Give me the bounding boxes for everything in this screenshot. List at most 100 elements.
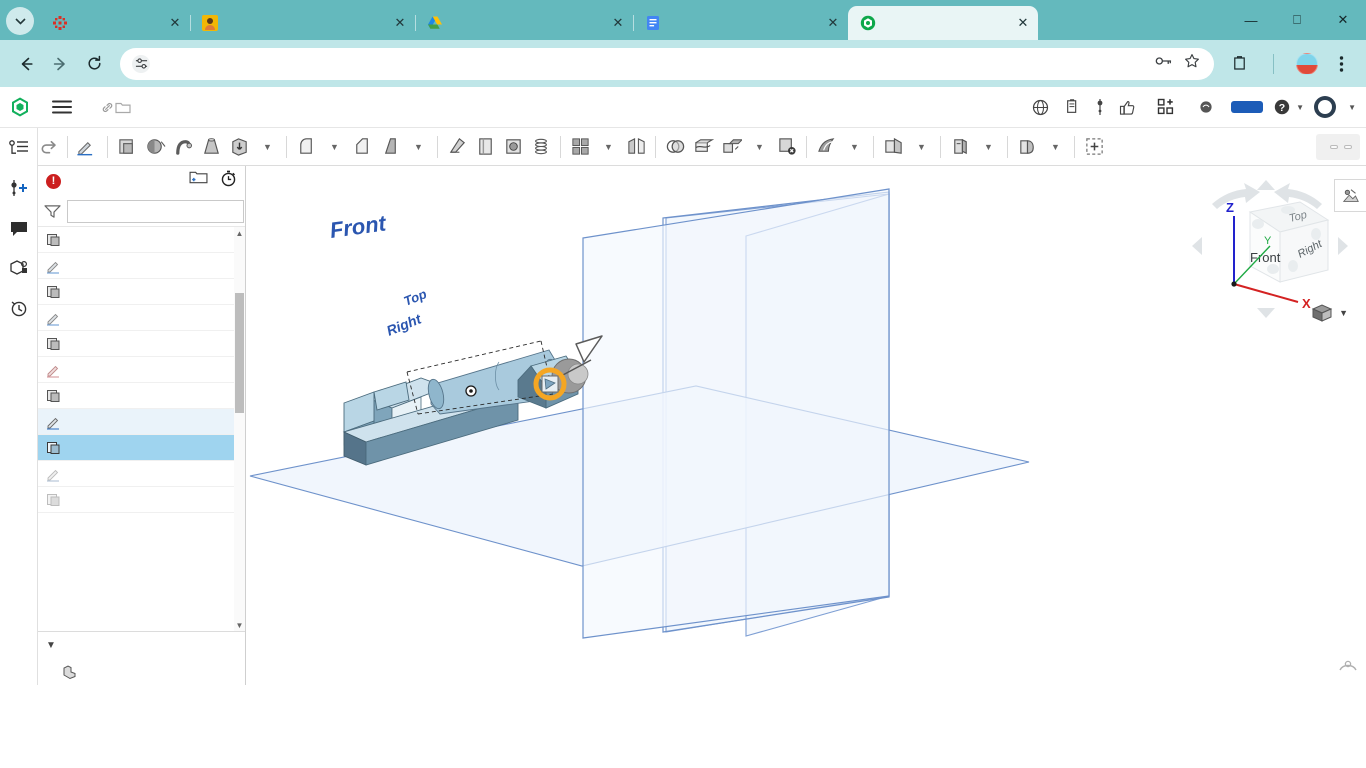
new-tab-button[interactable]	[1044, 8, 1072, 36]
feature-item-extrude-5[interactable]	[38, 227, 234, 253]
share-button[interactable]	[1231, 101, 1264, 113]
variable-icon[interactable]	[1080, 132, 1108, 162]
onshape-logo[interactable]	[10, 97, 36, 117]
plane-icon[interactable]	[879, 132, 907, 162]
browser-tab-google-drive[interactable]: ✕	[415, 6, 633, 40]
forward-icon[interactable]	[44, 48, 76, 80]
browser-tab-part-studio-active[interactable]: ✕	[848, 6, 1038, 40]
close-icon[interactable]: ✕	[391, 14, 409, 32]
thread-icon[interactable]	[527, 132, 555, 162]
address-bar[interactable]	[120, 47, 1214, 80]
fillet-dropdown-caret[interactable]: ▼	[320, 132, 348, 162]
key-icon[interactable]	[1155, 54, 1172, 73]
feature-item-sketch-9[interactable]	[38, 409, 234, 435]
minimize-button[interactable]: —	[1228, 2, 1274, 38]
parts-section-header[interactable]: ▼	[38, 631, 245, 659]
rollback-timer-icon[interactable]	[220, 170, 237, 192]
error-badge-icon[interactable]: !	[46, 173, 61, 189]
folder-breadcrumb[interactable]	[115, 101, 135, 114]
add-app-icon[interactable]	[1151, 92, 1181, 122]
hole-icon[interactable]	[499, 132, 527, 162]
tab-list-dropdown-button[interactable]	[6, 7, 34, 35]
transform-icon[interactable]	[717, 132, 745, 162]
maximize-button[interactable]: ⎕	[1274, 2, 1320, 38]
draft-dropdown-caret[interactable]: ▼	[404, 132, 432, 162]
features-filter-input[interactable]	[67, 199, 244, 223]
features-scrollbar[interactable]: ▲ ▼	[234, 227, 245, 631]
search-tools-input[interactable]	[1316, 133, 1360, 160]
close-icon[interactable]: ✕	[609, 14, 627, 32]
thicken-icon[interactable]	[225, 132, 253, 162]
history-icon[interactable]	[6, 296, 32, 320]
versions-counter[interactable]	[1096, 98, 1109, 116]
feature-item-extrude-8[interactable]	[38, 383, 234, 409]
revolve-icon[interactable]	[141, 132, 169, 162]
help-menu[interactable]: ? ▼	[1273, 98, 1304, 116]
add-version-icon[interactable]	[6, 176, 32, 200]
shell-icon[interactable]	[471, 132, 499, 162]
user-menu[interactable]: ▼	[1314, 96, 1356, 118]
fillet-icon[interactable]	[292, 132, 320, 162]
new-folder-icon[interactable]	[189, 170, 208, 192]
feature-item-extrude-6[interactable]	[38, 279, 234, 305]
extrude-icon[interactable]	[113, 132, 141, 162]
funnel-icon[interactable]	[44, 203, 61, 219]
chamfer-icon[interactable]	[348, 132, 376, 162]
comments-icon[interactable]	[6, 216, 32, 240]
scroll-down-icon[interactable]: ▼	[234, 619, 245, 631]
learning-center-icon[interactable]	[1191, 92, 1221, 122]
scroll-up-icon[interactable]: ▲	[234, 227, 245, 239]
move-face-icon[interactable]	[812, 132, 840, 162]
feature-list-icon[interactable]	[6, 136, 32, 160]
appearance-icon[interactable]	[1334, 179, 1366, 212]
boolean-icon[interactable]	[661, 132, 689, 162]
pattern-dropdown-caret[interactable]: ▼	[594, 132, 622, 162]
features-list[interactable]: ▲ ▼	[38, 226, 245, 631]
hamburger-menu-icon[interactable]	[50, 100, 74, 114]
draft-icon[interactable]	[376, 132, 404, 162]
plane-dropdown-caret[interactable]: ▼	[907, 132, 935, 162]
likes-counter[interactable]	[1119, 99, 1141, 116]
feature-item-sketch-7[interactable]	[38, 305, 234, 331]
transform-dropdown-caret[interactable]: ▼	[745, 132, 773, 162]
copies-counter[interactable]	[1065, 99, 1086, 115]
link-icon[interactable]	[100, 100, 115, 115]
globe-icon[interactable]	[1025, 92, 1055, 122]
scrollbar-thumb[interactable]	[235, 293, 244, 413]
part-item-part-1[interactable]	[38, 659, 245, 685]
loft-icon[interactable]	[197, 132, 225, 162]
display-mode-dropdown[interactable]: ▼	[1310, 302, 1348, 324]
viewport-corner-icon[interactable]	[1338, 658, 1358, 679]
close-icon[interactable]: ✕	[166, 14, 184, 32]
move-face-dropdown-caret[interactable]: ▼	[840, 132, 868, 162]
cad-viewport[interactable]: Front Top Right Top Front Right Z X Y ▼	[246, 166, 1366, 685]
feature-item-extrude-7[interactable]	[38, 331, 234, 357]
thicken-dropdown-caret[interactable]: ▼	[253, 132, 281, 162]
feature-item-sketch-8[interactable]	[38, 357, 234, 383]
sketch-button[interactable]	[73, 132, 102, 162]
extensions-icon[interactable]	[1224, 49, 1254, 79]
pattern-icon[interactable]	[566, 132, 594, 162]
sheet-metal-icon[interactable]	[1013, 132, 1041, 162]
star-icon[interactable]	[1184, 53, 1200, 74]
mirror-icon[interactable]	[622, 132, 650, 162]
reload-icon[interactable]	[78, 48, 110, 80]
sheet-metal-dropdown-caret[interactable]: ▼	[1041, 132, 1069, 162]
derived-dropdown-caret[interactable]: ▼	[974, 132, 1002, 162]
split-icon[interactable]	[689, 132, 717, 162]
tune-icon[interactable]	[132, 54, 150, 73]
rib-icon[interactable]	[443, 132, 471, 162]
delete-face-icon[interactable]	[773, 132, 801, 162]
close-window-button[interactable]: ✕	[1320, 2, 1366, 38]
browser-tab-paper-towel-holder[interactable]: ✕	[190, 6, 415, 40]
feature-item-sketch-10[interactable]	[38, 461, 234, 487]
kebab-menu-icon[interactable]	[1326, 49, 1356, 79]
browser-tab-instructables-doc[interactable]: ✕	[633, 6, 848, 40]
sweep-icon[interactable]	[169, 132, 197, 162]
part-properties-icon[interactable]	[6, 256, 32, 280]
feature-item-sketch-6[interactable]	[38, 253, 234, 279]
back-icon[interactable]	[10, 48, 42, 80]
feature-item-extrude-10[interactable]	[38, 487, 234, 513]
close-icon[interactable]: ✕	[1014, 14, 1032, 32]
browser-tab-dashboard[interactable]: ✕	[40, 6, 190, 40]
